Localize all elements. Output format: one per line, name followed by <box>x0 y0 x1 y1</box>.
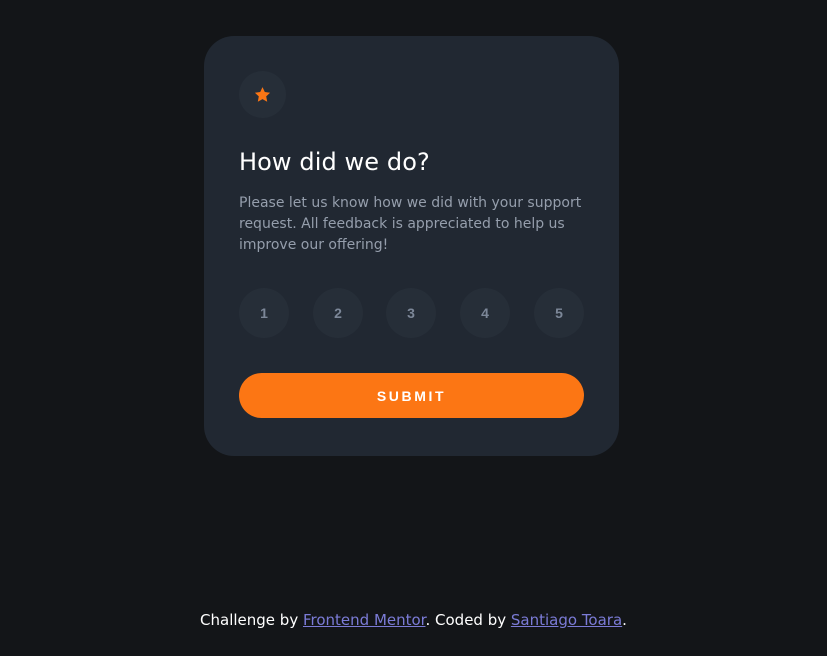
card-description: Please let us know how we did with your … <box>239 195 582 253</box>
star-badge <box>239 71 286 118</box>
rating-option-5[interactable]: 5 <box>534 288 584 338</box>
attribution: Challenge by Frontend Mentor. Coded by S… <box>0 609 827 631</box>
rating-options: 1 2 3 4 5 <box>239 288 584 338</box>
rating-option-1[interactable]: 1 <box>239 288 289 338</box>
rating-option-3[interactable]: 3 <box>386 288 436 338</box>
frontend-mentor-link[interactable]: Frontend Mentor <box>303 611 426 629</box>
attribution-middle: . Coded by <box>425 611 511 629</box>
rating-card: How did we do? Please let us know how we… <box>204 36 619 456</box>
rating-option-4[interactable]: 4 <box>460 288 510 338</box>
attribution-suffix: . <box>622 611 627 629</box>
star-icon <box>254 87 271 102</box>
author-link[interactable]: Santiago Toara <box>511 611 622 629</box>
attribution-prefix: Challenge by <box>200 611 303 629</box>
submit-button[interactable]: SUBMIT <box>239 373 584 418</box>
rating-option-2[interactable]: 2 <box>313 288 363 338</box>
card-title: How did we do? <box>239 148 430 176</box>
